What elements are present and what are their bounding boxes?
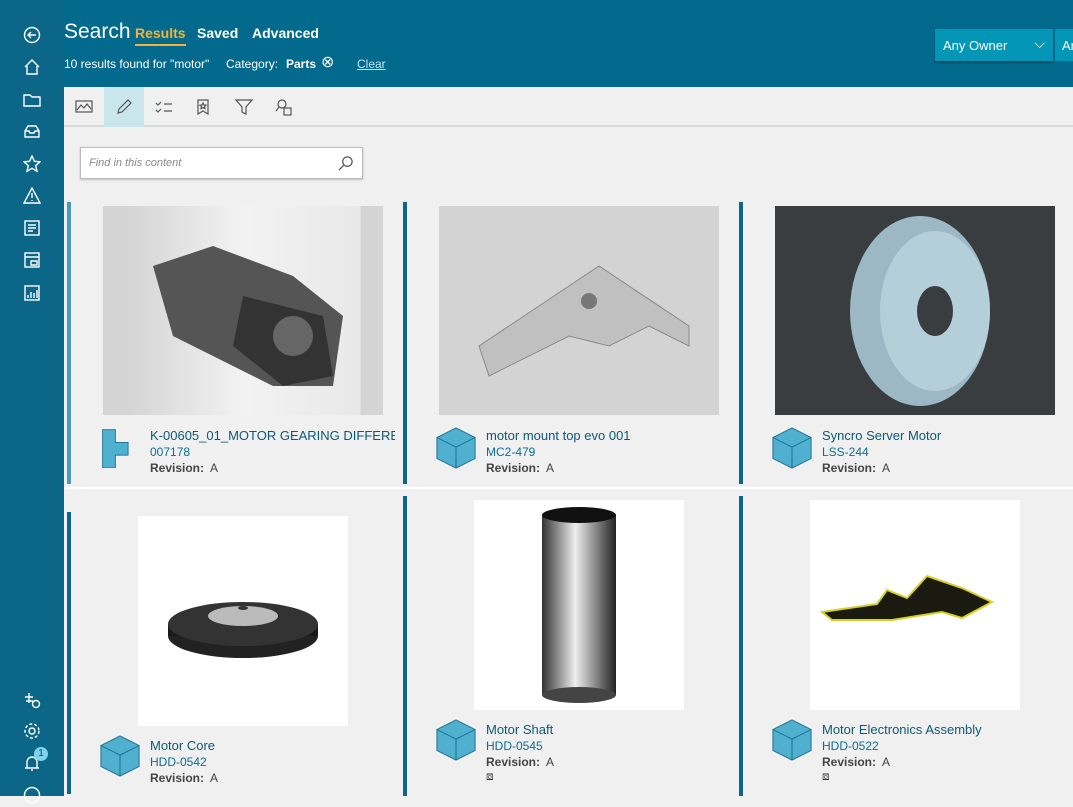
filter-icon[interactable] [224,87,264,127]
row-divider [64,487,1073,489]
clear-link[interactable]: Clear [357,57,386,71]
thumbnail [810,500,1020,710]
toolbar [64,87,1073,127]
image-view-icon[interactable] [64,87,104,127]
result-revision: Revision: A [486,755,555,769]
result-revision: Revision: A [822,755,891,769]
owner-filter-value: Any Owner [943,38,1008,53]
part-icon [435,426,479,472]
thumbnail [103,206,383,415]
structure-icon: ⧈ [822,769,830,783]
result-id: MC2-479 [486,445,536,459]
home-icon[interactable] [20,55,44,79]
second-filter-dropdown[interactable]: An [1055,29,1073,61]
result-revision: Revision: A [822,461,891,475]
warning-icon[interactable] [20,184,44,208]
result-revision: Revision: A [150,771,219,785]
category-value: Parts [286,57,317,71]
tab-results[interactable]: Results [135,25,186,46]
search-save-icon[interactable] [264,87,304,127]
result-name[interactable]: Motor Core [150,738,395,753]
part-icon [771,718,815,764]
result-card[interactable]: Syncro Server Motor LSS-244 Revision: A [739,202,1073,484]
thumbnail [138,516,348,726]
inbox-icon[interactable] [20,120,44,144]
tab-saved[interactable]: Saved [197,25,238,41]
result-id: HDD-0542 [150,755,207,769]
result-name[interactable]: motor mount top evo 001 [486,428,731,443]
tab-advanced[interactable]: Advanced [252,25,319,41]
part-icon [99,734,143,780]
network-icon[interactable] [20,688,44,712]
category-label: Category: [226,57,279,71]
result-card[interactable]: motor mount top evo 001 MC2-479 Revision… [403,202,737,484]
result-id: HDD-0545 [486,739,543,753]
settings-icon[interactable] [20,719,44,743]
thumbnail [474,500,684,710]
back-icon[interactable] [20,23,44,47]
help-icon[interactable] [20,783,44,807]
part-icon [771,426,815,472]
notification-badge: 1 [34,747,48,761]
part-icon [435,718,479,764]
assembly-icon [99,426,143,472]
result-revision: Revision: A [150,461,219,475]
edit-icon[interactable] [104,87,144,127]
result-name[interactable]: Motor Shaft [486,722,731,737]
checklist-icon[interactable] [144,87,184,127]
chevron-down-icon: ⌵ [1034,35,1045,51]
result-card[interactable]: Motor Electronics Assembly HDD-0522 Revi… [739,496,1073,796]
result-card[interactable]: Motor Shaft HDD-0545 Revision: A ⧈ [403,496,737,796]
owner-filter-dropdown[interactable]: Any Owner ⌵ [935,29,1053,61]
result-name[interactable]: K-00605_01_MOTOR GEARING DIFFERENTIAL [150,428,395,443]
star-icon[interactable] [20,152,44,176]
result-name[interactable]: Motor Electronics Assembly [822,722,1067,737]
results-summary: 10 results found for "motor" [64,57,210,71]
sidebar: 1 [0,0,64,804]
chart-icon[interactable] [20,281,44,305]
page-title: Search [64,20,131,43]
result-id: 007178 [150,445,191,459]
schedule-icon[interactable] [20,248,44,272]
folder-icon[interactable] [20,88,44,112]
result-name[interactable]: Syncro Server Motor [822,428,1067,443]
result-id: LSS-244 [822,445,869,459]
result-revision: Revision: A [486,461,555,475]
result-card[interactable]: Motor Core HDD-0542 Revision: A [67,512,401,794]
thumbnail [775,206,1055,415]
result-id: HDD-0522 [822,739,879,753]
thumbnail [439,206,719,415]
report-icon[interactable] [20,216,44,240]
remove-category-icon[interactable]: ⊗ [321,52,334,72]
search-icon[interactable] [337,155,354,172]
result-card[interactable]: K-00605_01_MOTOR GEARING DIFFERENTIAL 00… [67,202,401,484]
structure-icon: ⧈ [486,769,494,783]
header: Search Results Saved Advanced 10 results… [64,0,1073,87]
find-in-content-input[interactable] [81,148,331,178]
bookmark-icon[interactable] [184,87,224,127]
content-search [80,147,363,179]
